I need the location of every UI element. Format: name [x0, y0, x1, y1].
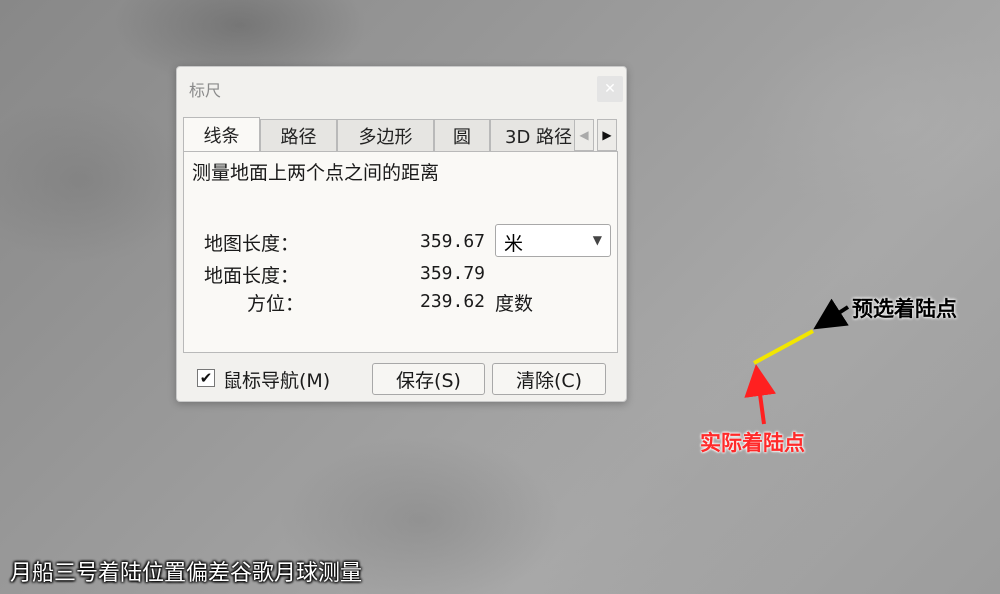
- planned-landing-site-label: 预选着陆点: [852, 297, 957, 321]
- video-caption: 月船三号着陆位置偏差谷歌月球测量: [10, 561, 363, 586]
- ruler-measurement-line: [753, 329, 814, 365]
- annotation-overlay: [744, 298, 850, 425]
- planned-site-arrow: [813, 298, 850, 330]
- tab-line[interactable]: 线条: [183, 117, 260, 151]
- actual-landing-site-label: 实际着陆点: [700, 431, 805, 455]
- actual-site-arrow: [744, 364, 777, 425]
